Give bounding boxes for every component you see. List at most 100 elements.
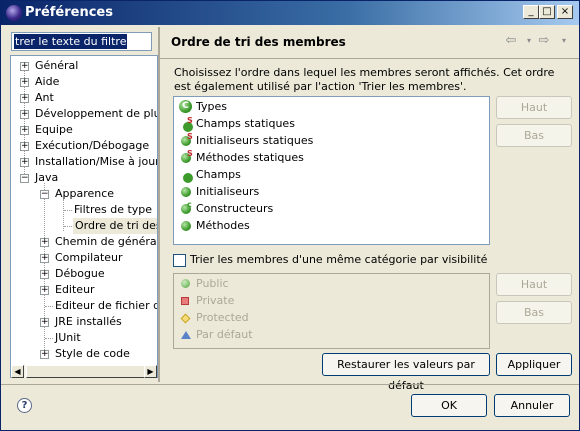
window-title: Préférences: [25, 5, 113, 20]
tree-item-apparence[interactable]: − Apparence: [11, 186, 157, 202]
expand-icon[interactable]: +: [40, 318, 49, 327]
minimize-button[interactable]: _: [523, 5, 539, 19]
expand-icon[interactable]: +: [20, 158, 29, 167]
tree-item-aide[interactable]: + Aide: [11, 74, 157, 90]
tree-item-label: Equipe: [35, 123, 73, 136]
tree-item-label: Général: [35, 59, 79, 72]
tree-item-label: JRE installés: [55, 315, 122, 328]
scroll-right-icon[interactable]: ▶: [144, 365, 157, 378]
tree-item-label: Java: [35, 171, 59, 184]
move-down-button[interactable]: Bas: [496, 124, 572, 147]
tree-item-properties-editor[interactable]: Editeur de fichier de p: [11, 298, 157, 314]
static-marker-icon: S: [187, 149, 193, 158]
tree-item-label: Ordre de tri des r: [73, 218, 157, 234]
tree-item-code-style[interactable]: + Style de code: [11, 346, 157, 362]
private-icon: [181, 297, 189, 305]
tree-item-label: Filtres de type: [74, 203, 153, 216]
collapse-icon[interactable]: −: [40, 190, 49, 199]
tree-item-install-update[interactable]: + Installation/Mise à jour: [11, 154, 157, 170]
visibility-order-list[interactable]: Public Private Protected Par défaut: [173, 273, 490, 349]
constructor-marker-icon: c: [187, 200, 192, 209]
scroll-left-icon[interactable]: ◀: [11, 365, 24, 378]
ok-button[interactable]: OK: [411, 394, 487, 417]
tree-item-debug[interactable]: + Débogue: [11, 266, 157, 282]
tree-item-java[interactable]: − Java: [11, 170, 157, 186]
collapse-icon[interactable]: −: [20, 174, 29, 183]
tree-item-member-sort-order[interactable]: Ordre de tri des r: [11, 218, 157, 234]
page-header: Ordre de tri des membres ⇦ ▾ ⇨ ▾: [160, 27, 579, 57]
tree-item-ant[interactable]: + Ant: [11, 90, 157, 106]
expand-icon[interactable]: +: [20, 94, 29, 103]
tree-horizontal-scrollbar[interactable]: ◀ ▶: [11, 365, 157, 378]
restore-defaults-button[interactable]: Restaurer les valeurs par défaut: [322, 353, 490, 392]
member-order-list[interactable]: C Types S Champs statiques S Initialiseu…: [173, 96, 490, 245]
forward-dropdown-icon[interactable]: ▾: [558, 35, 570, 47]
list-item-label: Constructeurs: [196, 202, 274, 215]
maximize-button[interactable]: □: [539, 5, 555, 19]
list-item-label: Public: [196, 277, 229, 290]
tree-item-label: Chemin de génération: [55, 235, 157, 248]
tree-item-label: Apparence: [55, 187, 115, 200]
field-icon: [183, 173, 193, 183]
list-item-label: Champs statiques: [196, 117, 295, 130]
tree-item-junit[interactable]: JUnit: [11, 330, 157, 346]
eclipse-icon: [6, 5, 22, 21]
tree-item-run-debug[interactable]: + Exécution/Débogage: [11, 138, 157, 154]
close-button[interactable]: ×: [557, 5, 573, 19]
tree-item-label: Exécution/Débogage: [35, 139, 150, 152]
initializer-icon: [181, 187, 191, 197]
back-arrow-icon[interactable]: ⇦: [505, 34, 517, 47]
expand-icon[interactable]: +: [20, 110, 29, 119]
preferences-tree: + Général + Aide + Ant + Développement d…: [10, 55, 158, 378]
expand-icon[interactable]: +: [20, 78, 29, 87]
sort-by-visibility-checkbox[interactable]: [173, 254, 186, 267]
preferences-window: Préférences _ □ × + Général + Aide + Ant…: [0, 0, 580, 431]
expand-icon[interactable]: +: [40, 286, 49, 295]
apply-button[interactable]: Appliquer: [496, 353, 572, 376]
expand-icon[interactable]: +: [20, 126, 29, 135]
visibility-down-button[interactable]: Bas: [496, 301, 572, 324]
tree-item-editor[interactable]: + Editeur: [11, 282, 157, 298]
list-item-label: Méthodes statiques: [196, 151, 304, 164]
expand-icon[interactable]: +: [40, 238, 49, 247]
public-icon: [181, 279, 190, 288]
list-item-label: Par défaut: [196, 328, 253, 341]
visibility-up-button[interactable]: Haut: [496, 273, 572, 296]
back-dropdown-icon[interactable]: ▾: [523, 35, 535, 47]
title-bar[interactable]: Préférences _ □ ×: [1, 1, 579, 25]
help-icon[interactable]: ?: [17, 398, 32, 413]
tree-item-label: Compilateur: [55, 251, 123, 264]
list-item-label: Champs: [196, 168, 241, 181]
expand-icon[interactable]: +: [40, 350, 49, 359]
filter-field[interactable]: [11, 32, 152, 51]
tree-item-build-path[interactable]: + Chemin de génération: [11, 234, 157, 250]
expand-icon[interactable]: +: [40, 254, 49, 263]
list-item-label: Initialiseurs: [196, 185, 260, 198]
tree-item-general[interactable]: + Général: [11, 58, 157, 74]
expand-icon[interactable]: +: [20, 62, 29, 71]
tree-item-plugin-dev[interactable]: + Développement de plug-i: [11, 106, 157, 122]
scroll-thumb[interactable]: [26, 365, 148, 378]
forward-arrow-icon[interactable]: ⇨: [538, 34, 550, 47]
tree-item-label: JUnit: [55, 331, 81, 344]
tree-item-type-filters[interactable]: Filtres de type: [11, 202, 157, 218]
header-divider: [160, 58, 579, 59]
panel-divider[interactable]: [158, 27, 160, 382]
cancel-button[interactable]: Annuler: [494, 394, 570, 417]
filter-input[interactable]: [14, 34, 127, 49]
expand-icon[interactable]: +: [20, 142, 29, 151]
protected-icon: [180, 313, 191, 324]
tree-item-label: Aide: [35, 75, 60, 88]
footer-divider: [1, 384, 579, 385]
expand-icon[interactable]: +: [40, 270, 49, 279]
page-title: Ordre de tri des membres: [171, 35, 346, 49]
move-up-button[interactable]: Haut: [496, 96, 572, 119]
type-icon: C: [179, 100, 192, 113]
default-icon: [181, 331, 191, 339]
tree-item-label: Editeur de fichier de p: [55, 299, 157, 312]
list-item-label: Méthodes: [196, 219, 250, 232]
tree-item-equipe[interactable]: + Equipe: [11, 122, 157, 138]
tree-item-installed-jres[interactable]: + JRE installés: [11, 314, 157, 330]
tree-item-label: Editeur: [55, 283, 95, 296]
tree-item-compiler[interactable]: + Compilateur: [11, 250, 157, 266]
